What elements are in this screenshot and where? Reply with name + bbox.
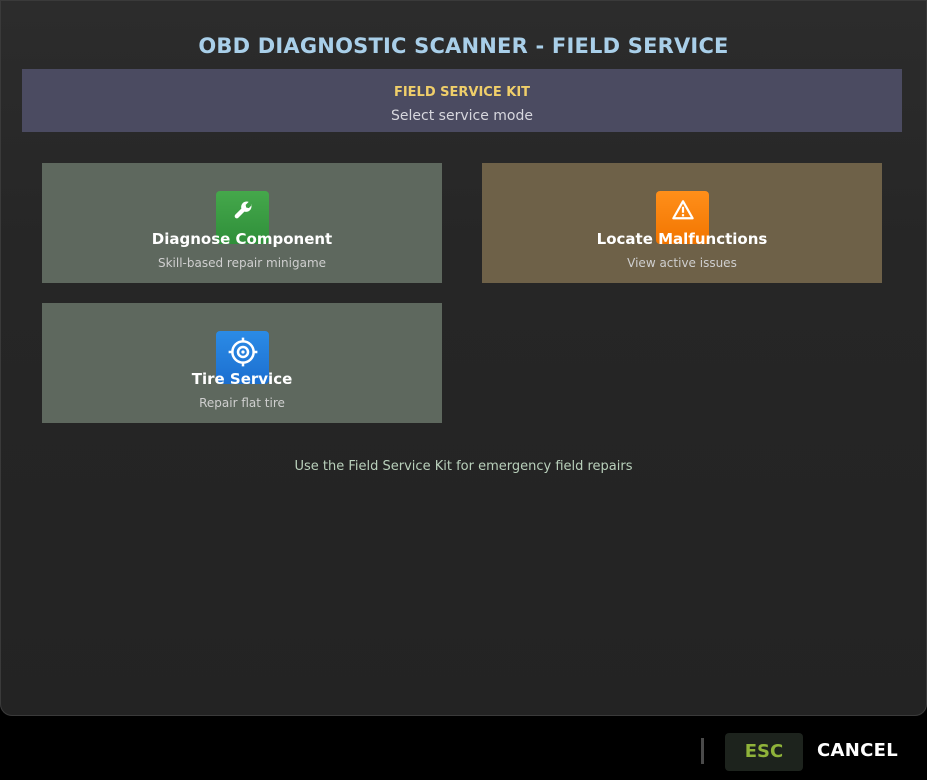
divider bbox=[701, 738, 704, 764]
card-subtitle: Repair flat tire bbox=[199, 396, 285, 410]
diagnose-component-card[interactable]: Diagnose Component Skill-based repair mi… bbox=[42, 163, 442, 283]
esc-key-hint[interactable]: ESC bbox=[725, 733, 803, 771]
footer-note: Use the Field Service Kit for emergency … bbox=[294, 459, 633, 474]
card-subtitle: View active issues bbox=[627, 256, 737, 270]
card-title: Tire Service bbox=[191, 370, 293, 388]
field-service-panel: OBD DIAGNOSTIC SCANNER - FIELD SERVICE F… bbox=[0, 0, 927, 716]
tire-service-card[interactable]: Tire Service Repair flat tire bbox=[42, 303, 442, 423]
card-title: Diagnose Component bbox=[151, 230, 333, 248]
banner-subtitle: Select service mode bbox=[391, 108, 533, 124]
banner-heading: FIELD SERVICE KIT bbox=[393, 85, 531, 100]
page-title: OBD DIAGNOSTIC SCANNER - FIELD SERVICE bbox=[198, 34, 729, 58]
bottom-control-bar: ESC CANCEL bbox=[0, 716, 927, 780]
locate-malfunctions-card[interactable]: Locate Malfunctions View active issues bbox=[482, 163, 882, 283]
cancel-button[interactable]: CANCEL bbox=[817, 740, 898, 761]
service-kit-banner: FIELD SERVICE KIT Select service mode bbox=[22, 69, 902, 132]
card-title: Locate Malfunctions bbox=[596, 230, 768, 248]
card-subtitle: Skill-based repair minigame bbox=[157, 256, 327, 270]
